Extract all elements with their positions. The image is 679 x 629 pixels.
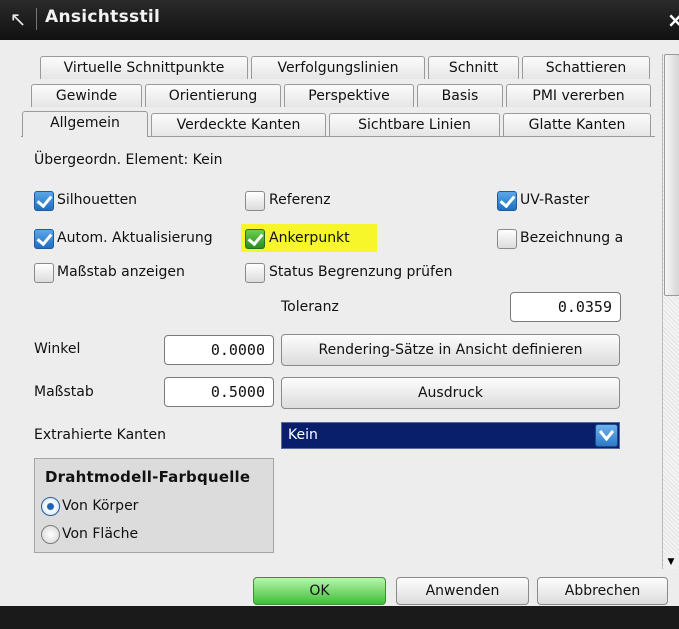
tab-glatte-kanten[interactable]: Glatte Kanten [503,113,651,136]
tab-verdeckte-kanten[interactable]: Verdeckte Kanten [151,113,326,136]
tab-perspektive[interactable]: Perspektive [284,84,414,107]
extrahierte-kanten-label: Extrahierte Kanten [34,427,167,443]
tab-allgemein[interactable]: Allgemein [22,111,148,137]
close-icon[interactable]: × [667,8,679,32]
status-begrenzung-label: Status Begrenzung prüfen [269,264,453,280]
winkel-input[interactable]: 0.0000 [164,335,274,365]
tab-verfolgungslinien[interactable]: Verfolgungslinien [251,56,425,79]
title-separator [36,8,37,30]
massstab-label: Maßstab [34,384,94,400]
drahtmodell-farbquelle-group: Drahtmodell-Farbquelle Von Körper Von Fl… [34,458,274,553]
massstab-anzeigen-label: Maßstab anzeigen [57,264,185,280]
massstab-input[interactable]: 0.5000 [164,377,274,407]
bezeichnung-checkbox[interactable] [497,229,517,249]
view-style-icon: ↖ [9,7,27,31]
tab-schattieren[interactable]: Schattieren [522,56,650,79]
referenz-checkbox[interactable] [245,191,265,211]
von-koerper-label: Von Körper [62,498,139,514]
title-bar: ↖ Ansichtsstil × [0,0,679,41]
ankerpunkt-checkbox[interactable] [245,229,265,249]
toleranz-label: Toleranz [281,299,339,315]
ankerpunkt-label: Ankerpunkt [269,230,350,246]
parent-element-label: Übergeordn. Element: Kein [34,152,223,168]
chevron-down-icon[interactable] [595,424,618,447]
massstab-anzeigen-checkbox[interactable] [34,263,54,283]
tab-sichtbare-linien[interactable]: Sichtbare Linien [329,113,500,136]
referenz-label: Referenz [269,192,331,208]
silhouetten-checkbox[interactable] [34,191,54,211]
bezeichnung-label: Bezeichnung a [520,230,624,246]
tab-virtuelle-schnittpunkte[interactable]: Virtuelle Schnittpunkte [40,56,248,79]
tab-basis[interactable]: Basis [417,84,503,107]
tab-pmi-vererben[interactable]: PMI vererben [506,84,651,107]
vertical-scrollbar[interactable]: ▼ [662,54,679,569]
scrollbar-thumb[interactable] [664,54,679,296]
rendering-saetze-button[interactable]: Rendering-Sätze in Ansicht definieren [281,334,620,366]
toleranz-input[interactable]: 0.0359 [510,292,621,322]
window-title: Ansichtsstil [45,7,161,27]
uv-raster-checkbox[interactable] [497,191,517,211]
abbrechen-button[interactable]: Abbrechen [537,577,668,605]
winkel-label: Winkel [34,341,81,357]
tab-gewinde[interactable]: Gewinde [31,84,142,107]
uv-raster-label: UV-Raster [520,192,590,208]
von-koerper-radio[interactable] [41,497,60,516]
group-title: Drahtmodell-Farbquelle [45,468,251,486]
anwenden-button[interactable]: Anwenden [396,577,529,605]
bottom-border [0,606,679,629]
tab-schnitt[interactable]: Schnitt [428,56,519,79]
silhouetten-label: Silhouetten [57,192,138,208]
status-begrenzung-checkbox[interactable] [245,263,265,283]
von-flaeche-label: Von Fläche [62,526,139,542]
tab-orientierung[interactable]: Orientierung [145,84,281,107]
extrahierte-kanten-dropdown[interactable]: Kein [281,422,620,449]
extrahierte-kanten-value: Kein [288,427,318,443]
autom-aktualisierung-checkbox[interactable] [34,229,54,249]
autom-aktualisierung-label: Autom. Aktualisierung [57,230,213,246]
von-flaeche-radio[interactable] [41,525,60,544]
scroll-down-arrow-icon[interactable]: ▼ [664,555,678,569]
ausdruck-button[interactable]: Ausdruck [281,377,620,409]
ok-button[interactable]: OK [253,577,386,605]
